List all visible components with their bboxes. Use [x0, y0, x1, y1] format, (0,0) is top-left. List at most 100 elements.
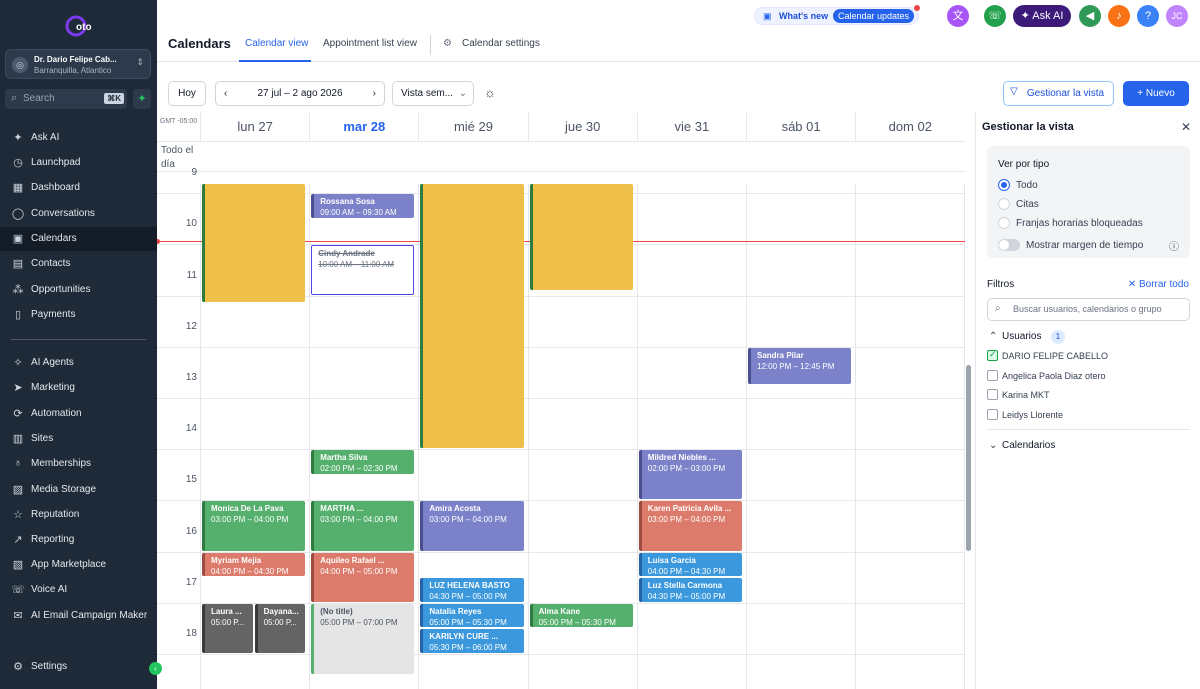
search-input[interactable]: ⌕ Search ⌘K	[5, 89, 127, 109]
day-header[interactable]: jue 30	[527, 113, 637, 141]
info-icon[interactable]: ⓘ	[1169, 238, 1179, 253]
filter-search-input[interactable]: ⌕ Buscar usuarios, calendarios o grupo	[987, 298, 1190, 321]
calendar-event[interactable]	[529, 184, 633, 290]
calendar-event[interactable]: Aquileo Rafael ... 04:00 PM – 05:00 PM	[311, 552, 415, 602]
sidebar-item-reputation[interactable]: ☆ Reputation	[0, 503, 157, 527]
day-header[interactable]: lun 27	[200, 113, 309, 141]
sidebar-item-ai-agents[interactable]: ✧ AI Agents	[0, 351, 157, 375]
calendar-event[interactable]: Cindy Andrade 10:00 AM – 11:00 AM	[311, 245, 415, 295]
user-checkbox[interactable]	[987, 408, 998, 420]
close-icon[interactable]: ✕	[1181, 120, 1191, 134]
help-icon[interactable]: ?	[1137, 5, 1159, 27]
megaphone-icon[interactable]: ◀	[1079, 5, 1101, 27]
calendars-label[interactable]: Calendarios	[1002, 440, 1055, 451]
clear-all-button[interactable]: ✕ Borrar todo	[1128, 279, 1189, 290]
user-checkbox[interactable]	[987, 349, 998, 361]
sidebar-item-ask-ai[interactable]: ✦ Ask AI	[0, 126, 157, 150]
calendar-event[interactable]: (No title) 05:00 PM – 07:00 PM	[311, 603, 415, 674]
sidebar-item-launchpad[interactable]: ◷ Launchpad	[0, 151, 157, 175]
sidebar-item-conversations[interactable]: ◯ Conversations	[0, 202, 157, 226]
tab-calendar-settings[interactable]: Calendar settings	[462, 38, 540, 49]
hour-line	[157, 398, 965, 400]
day-header[interactable]: mié 29	[418, 113, 527, 141]
event-time: 03:00 PM – 04:00 PM	[320, 515, 398, 525]
sidebar-item-sites[interactable]: ▥ Sites	[0, 427, 157, 451]
all-day-row[interactable]: Todo el día	[157, 141, 965, 172]
sidebar-item-dashboard[interactable]: ▦ Dashboard	[0, 176, 157, 200]
calendar-event[interactable]: Luisa Garcia 04:00 PM – 04:30 PM	[638, 552, 742, 577]
account-switcher[interactable]: ◎ Dr. Dario Felipe Cab... Barranquilla, …	[5, 49, 151, 79]
translate-icon[interactable]: 文	[947, 5, 969, 27]
time-margin-toggle[interactable]	[998, 239, 1020, 251]
calendar-event[interactable]	[420, 184, 524, 449]
user-avatar[interactable]: JC	[1166, 5, 1188, 27]
sidebar-item-marketing[interactable]: ➤ Marketing	[0, 376, 157, 400]
day-column-line	[309, 183, 311, 689]
sidebar-item-reporting[interactable]: ↗ Reporting	[0, 528, 157, 552]
sidebar-item-label: Sites	[31, 433, 54, 444]
lightbulb-icon[interactable]: ☼	[484, 85, 496, 100]
calendar-event[interactable]: Laura ... 05:00 P...	[202, 603, 253, 654]
calendar-event[interactable]: Myriam Mejia 04:00 PM – 04:30 PM	[202, 552, 306, 577]
calendar-event[interactable]: Mildred Niebles ... 02:00 PM – 03:00 PM	[638, 450, 742, 500]
day-header[interactable]: dom 02	[855, 113, 964, 141]
chevron-down-icon[interactable]: ⌄	[989, 440, 997, 451]
radio-todo[interactable]	[998, 179, 1010, 191]
sidebar-item-automation[interactable]: ⟳ Automation	[0, 402, 157, 426]
calendar-updates-badge[interactable]: Calendar updates	[833, 9, 915, 23]
calendar-event[interactable]: LUZ HELENA BASTO 04:30 PM – 05:00 PM	[420, 578, 524, 602]
day-header[interactable]: sáb 01	[746, 113, 855, 141]
calendar-event[interactable]: Dayana... 05:00 P...	[254, 603, 306, 654]
sidebar-item-opportunities[interactable]: ⁂ Opportunities	[0, 278, 157, 302]
users-label[interactable]: Usuarios	[1002, 331, 1041, 342]
quick-action-icon[interactable]: ✦	[133, 89, 151, 109]
user-checkbox[interactable]	[987, 369, 998, 381]
sidebar-item-contacts[interactable]: ▤ Contacts	[0, 252, 157, 276]
view-by-type-box: Ver por tipo Todo Citas Franjas horarias…	[987, 146, 1190, 258]
sidebar-item-memberships[interactable]: ♁ Memberships	[0, 452, 157, 476]
payments-icon: ▯	[14, 309, 22, 321]
calendar-event[interactable]: Alma Kane 05:00 PM – 05:30 PM	[529, 603, 633, 628]
sidebar-item-settings[interactable]: ⚙ Settings	[0, 655, 157, 679]
manage-view-button[interactable]: Gestionar la vista	[1003, 81, 1114, 106]
sidebar-item-media-storage[interactable]: ▨ Media Storage	[0, 478, 157, 502]
bell-icon[interactable]: ♪	[1108, 5, 1130, 27]
user-checkbox[interactable]	[987, 389, 998, 400]
calendar-event[interactable]	[202, 184, 306, 303]
app-logo[interactable]: oto	[64, 10, 94, 40]
calendar-event[interactable]: Karen Patricia Avila ... 03:00 PM – 04:00…	[638, 501, 742, 551]
calendar-event[interactable]: Luz Stella Carmona 04:30 PM – 05:00 PM	[638, 578, 742, 602]
day-header[interactable]: mar 28	[309, 113, 418, 141]
chevron-right-icon[interactable]: ›	[373, 82, 376, 105]
calendar-event[interactable]: KARILYN CURE ... 05:30 PM – 06:00 PM	[420, 629, 524, 654]
calendar-scrollbar[interactable]	[966, 365, 971, 551]
whats-new-banner[interactable]: ▣ What's new Calendar updates	[754, 5, 920, 25]
sidebar-item-label: Ask AI	[31, 132, 60, 143]
calendar-event[interactable]: Monica De La Pava 03:00 PM – 04:00 PM	[202, 501, 306, 551]
sidebar-item-label: Reputation	[31, 509, 80, 520]
today-button[interactable]: Hoy	[168, 81, 206, 106]
view-select[interactable]: Vista sem... ⌄	[392, 81, 474, 106]
radio-blocked[interactable]	[998, 217, 1010, 229]
new-button[interactable]: + Nuevo	[1123, 81, 1189, 106]
sidebar-item-app-marketplace[interactable]: ▧ App Marketplace	[0, 553, 157, 577]
sidebar-item-payments[interactable]: ▯ Payments	[0, 303, 157, 327]
phone-icon[interactable]: ☏	[984, 5, 1006, 27]
calendar-event[interactable]: Natalia Reyes 05:00 PM – 05:30 PM	[420, 603, 524, 628]
chevron-up-icon[interactable]: ⌃	[989, 331, 997, 342]
tab-calendar-view[interactable]: Calendar view	[245, 38, 308, 49]
calendar-event[interactable]: Rossana Sosa 09:00 AM – 09:30 AM	[311, 194, 415, 218]
calendar-event[interactable]: Sandra Pilar 12:00 PM – 12:45 PM	[748, 347, 852, 385]
radio-citas[interactable]	[998, 198, 1010, 210]
time-grid[interactable]: 9 10 11 12 13 14 15 16 17 18 Rossana Sosa 09:00 AM …	[157, 167, 966, 689]
chevron-left-icon[interactable]: ‹	[224, 82, 227, 105]
calendar-event[interactable]: MARTHA ... 03:00 PM – 04:00 PM	[311, 501, 415, 551]
sidebar-item-calendars[interactable]: ▣ Calendars	[0, 227, 157, 251]
calendar-event[interactable]: Amira Acosta 03:00 PM – 04:00 PM	[420, 501, 524, 551]
calendar-event[interactable]: Martha Silva 02:00 PM – 02:30 PM	[311, 450, 415, 474]
day-header[interactable]: vie 31	[636, 113, 746, 141]
tab-appointment-list[interactable]: Appointment list view	[323, 38, 417, 49]
sidebar-item-ai-email-campaign-maker[interactable]: ✉ AI Email Campaign Maker	[0, 604, 157, 628]
sidebar-item-voice-ai[interactable]: ☏ Voice AI	[0, 578, 157, 602]
ask-ai-button[interactable]: ✦ Ask AI	[1013, 5, 1071, 27]
